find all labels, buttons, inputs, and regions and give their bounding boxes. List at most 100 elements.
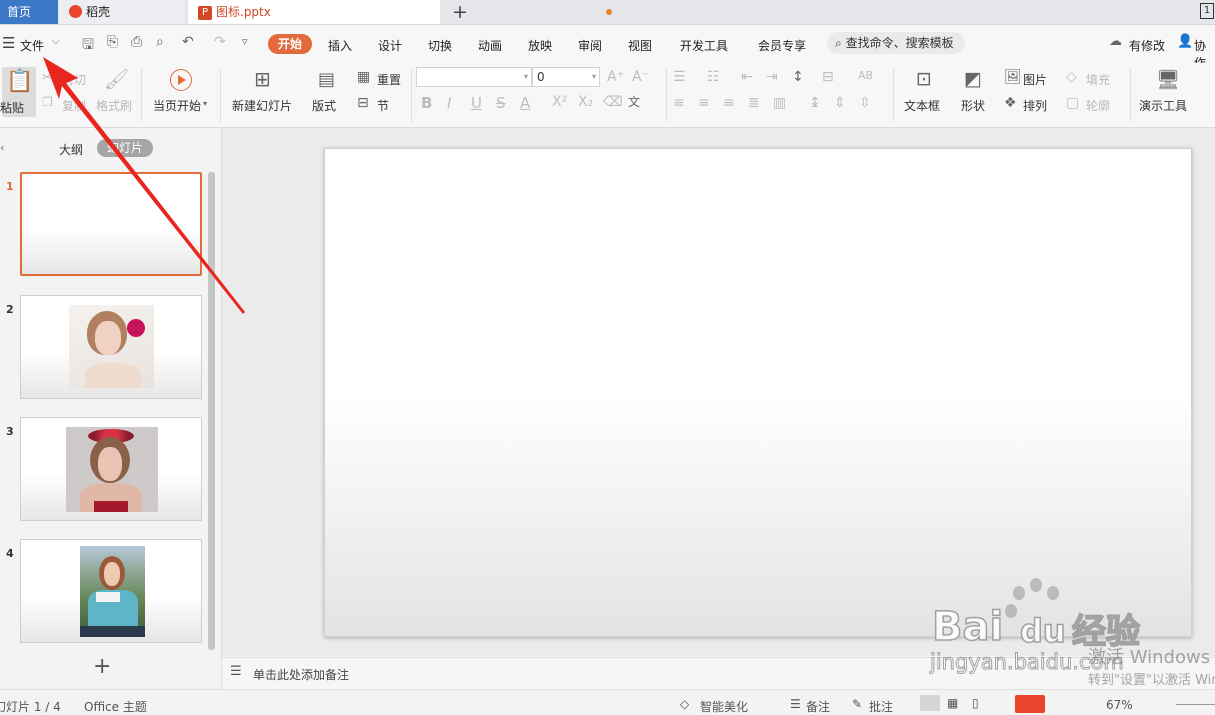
align-center-icon[interactable]: ≡: [698, 95, 710, 111]
paste-button[interactable]: 📋 粘贴: [0, 67, 36, 117]
font-family-select[interactable]: ▾: [416, 67, 532, 87]
slide-thumbnail-1[interactable]: [20, 172, 202, 276]
undo-icon[interactable]: ↶: [182, 34, 194, 50]
beautify-button[interactable]: 智能美化: [700, 698, 748, 715]
increase-font-icon[interactable]: A⁺: [607, 69, 624, 85]
zoom-slider[interactable]: [1176, 704, 1215, 705]
normal-view-icon[interactable]: [920, 695, 940, 711]
menu-insert[interactable]: 插入: [328, 37, 352, 54]
menu-animation[interactable]: 动画: [478, 37, 502, 54]
redo-icon[interactable]: ↷: [214, 34, 226, 50]
notes-toggle[interactable]: 备注: [806, 698, 830, 715]
theme-name[interactable]: Office 主题: [84, 698, 147, 715]
decrease-font-icon[interactable]: A⁻: [632, 69, 649, 85]
menu-view[interactable]: 视图: [628, 37, 652, 54]
tab-document[interactable]: P 图标.pptx: [188, 0, 612, 24]
font-color-icon[interactable]: A: [520, 94, 530, 112]
arrange-button[interactable]: 排列: [1023, 97, 1047, 114]
collapse-panel-icon[interactable]: ‹: [0, 141, 4, 154]
paste-icon: 📋: [6, 69, 34, 94]
comment-toggle[interactable]: 批注: [869, 698, 893, 715]
outline-icon: ▢: [1066, 95, 1080, 111]
sort-icon[interactable]: ↕: [792, 69, 804, 85]
tab-outline[interactable]: 大纲: [59, 141, 83, 158]
copy-button[interactable]: 复制: [62, 97, 86, 114]
tab-daoke[interactable]: 稻壳: [59, 0, 185, 24]
menu-review[interactable]: 审阅: [578, 37, 602, 54]
slide-canvas[interactable]: [324, 148, 1192, 637]
new-tab-button[interactable]: +: [452, 1, 468, 23]
menu-member[interactable]: 会员专享: [758, 37, 806, 54]
slide-thumbnail-2[interactable]: [20, 295, 202, 399]
phonetic-icon[interactable]: 文: [628, 93, 640, 110]
hamburger-icon[interactable]: ☰: [2, 34, 15, 52]
text-align-icon[interactable]: ⇳: [859, 95, 871, 111]
format-painter-button[interactable]: 格式刷: [96, 97, 132, 114]
dropdown-icon[interactable]: ▾: [203, 99, 207, 108]
layout-button[interactable]: 版式: [312, 97, 336, 114]
indent-icon[interactable]: ⇥: [766, 69, 778, 85]
chevron-down-icon[interactable]: ⌵: [52, 36, 60, 47]
menu-start[interactable]: 开始: [268, 34, 312, 54]
cut-button[interactable]: 剪切: [62, 71, 86, 88]
strikethrough-icon[interactable]: S: [496, 94, 506, 112]
play-slideshow-button[interactable]: [1015, 695, 1045, 713]
menu-file[interactable]: 文件: [20, 37, 44, 54]
columns-icon[interactable]: ⊟: [822, 69, 834, 85]
tab-home[interactable]: 首页: [0, 0, 58, 24]
section-icon: ⊟: [357, 95, 369, 111]
modified-status[interactable]: 有修改: [1129, 37, 1165, 54]
menu-developer[interactable]: 开发工具: [680, 37, 728, 54]
save-icon[interactable]: 🖫: [82, 34, 94, 58]
numbered-list-icon[interactable]: ☷: [707, 69, 720, 85]
tab-slides[interactable]: 幻灯片: [97, 139, 153, 157]
menu-slideshow[interactable]: 放映: [528, 37, 552, 54]
section-button[interactable]: 节: [377, 97, 389, 114]
slide-thumbnail-4[interactable]: [20, 539, 202, 643]
align-left-icon[interactable]: ≡: [673, 95, 685, 111]
shape-button[interactable]: 形状: [961, 97, 985, 114]
cloud-icon: ☁: [1109, 34, 1122, 49]
new-slide-button[interactable]: 新建幻灯片: [232, 97, 292, 114]
italic-icon[interactable]: I: [447, 94, 451, 112]
zoom-level[interactable]: 67%: [1106, 698, 1133, 712]
slide-thumbnail-3[interactable]: [20, 417, 202, 521]
distribute-icon[interactable]: ▥: [773, 95, 786, 111]
divider: [411, 68, 412, 122]
text-box-button[interactable]: 文本框: [904, 97, 940, 114]
unsaved-dot-icon: [606, 9, 612, 15]
text-direction-icon[interactable]: AB: [858, 69, 873, 82]
menu-transition[interactable]: 切换: [428, 37, 452, 54]
shape-icon: ◩: [964, 68, 982, 90]
bold-icon[interactable]: B: [421, 94, 432, 112]
superscript-icon[interactable]: X²: [552, 94, 567, 110]
clear-format-icon[interactable]: ⌫: [603, 94, 623, 110]
font-size-select[interactable]: 0 ▾: [532, 67, 600, 87]
divider: [141, 68, 142, 122]
arrange-icon: ❖: [1004, 95, 1017, 111]
play-icon[interactable]: [170, 69, 192, 91]
print-icon[interactable]: ⎙: [131, 34, 142, 50]
add-slide-button[interactable]: +: [93, 654, 111, 679]
bullet-list-icon[interactable]: ☰: [673, 69, 686, 85]
align-right-icon[interactable]: ≡: [723, 95, 735, 111]
menu-design[interactable]: 设计: [378, 37, 402, 54]
paragraph-spacing-icon[interactable]: ⇕: [834, 95, 846, 111]
from-current-button[interactable]: 当页开始: [153, 97, 201, 114]
justify-icon[interactable]: ≣: [748, 95, 760, 111]
search-box[interactable]: ⌕ 查找命令、搜索模板: [827, 32, 965, 54]
subscript-icon[interactable]: X₂: [578, 94, 593, 110]
outdent-icon[interactable]: ⇤: [741, 69, 753, 85]
presentation-tools-button[interactable]: 演示工具: [1139, 97, 1187, 114]
window-counter[interactable]: 1: [1200, 3, 1214, 19]
print-preview-icon[interactable]: ⌕: [156, 34, 164, 50]
reset-button[interactable]: 重置: [377, 71, 401, 88]
picture-button[interactable]: 图片: [1023, 71, 1047, 88]
customize-icon[interactable]: ▿: [242, 35, 248, 48]
line-spacing-icon[interactable]: ↨: [809, 95, 821, 111]
share-icon[interactable]: ⎘: [107, 34, 118, 50]
fill-button[interactable]: 填充: [1086, 71, 1110, 88]
underline-icon[interactable]: U: [471, 94, 482, 112]
slide-panel-scrollbar[interactable]: [208, 172, 215, 650]
outline-button[interactable]: 轮廓: [1086, 97, 1110, 114]
